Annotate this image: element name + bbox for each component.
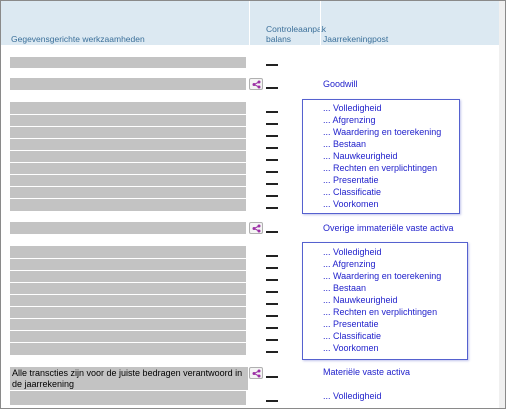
column-divider bbox=[249, 1, 250, 45]
approach-dash bbox=[266, 315, 278, 317]
activity-cell[interactable] bbox=[10, 222, 246, 234]
approach-dash bbox=[266, 64, 278, 66]
assertion-link[interactable]: ... Rechten en verplichtingen bbox=[323, 163, 437, 174]
approach-dash bbox=[266, 400, 278, 402]
approach-dash bbox=[266, 231, 278, 233]
row-divider bbox=[10, 318, 246, 319]
row-divider bbox=[10, 282, 246, 283]
approach-dash bbox=[266, 255, 278, 257]
assertion-link[interactable]: ... Presentatie bbox=[323, 175, 379, 186]
row-divider bbox=[10, 162, 246, 163]
assertion-link[interactable]: ... Volledigheid bbox=[323, 103, 382, 114]
assertion-link[interactable]: ... Classificatie bbox=[323, 187, 381, 198]
assertion-link[interactable]: ... Voorkomen bbox=[323, 199, 379, 210]
assertion-link[interactable]: ... Volledigheid bbox=[323, 391, 382, 402]
post-link-materiele[interactable]: Materiële vaste activa bbox=[323, 367, 410, 378]
approach-dash bbox=[266, 195, 278, 197]
activity-cell[interactable] bbox=[10, 57, 246, 68]
approach-dash bbox=[266, 123, 278, 125]
approach-dash bbox=[266, 291, 278, 293]
table-header: Gegevensgerichte werkzaamheden Controlea… bbox=[1, 1, 505, 45]
activity-text[interactable]: Alle transcties zijn voor de juiste bedr… bbox=[10, 367, 248, 390]
approach-dash bbox=[266, 183, 278, 185]
assertion-link[interactable]: ... Nauwkeurigheid bbox=[323, 151, 398, 162]
row-divider bbox=[10, 198, 246, 199]
audit-table: Gegevensgerichte werkzaamheden Controlea… bbox=[0, 0, 506, 409]
activity-block[interactable] bbox=[10, 102, 246, 211]
assertion-link[interactable]: ... Presentatie bbox=[323, 319, 379, 330]
assertion-link[interactable]: ... Rechten en verplichtingen bbox=[323, 307, 437, 318]
approach-dash bbox=[266, 111, 278, 113]
approach-dash bbox=[266, 159, 278, 161]
activity-block[interactable] bbox=[10, 246, 246, 355]
share-nodes-icon[interactable] bbox=[249, 367, 263, 379]
approach-dash bbox=[266, 351, 278, 353]
row-divider bbox=[10, 306, 246, 307]
approach-dash bbox=[266, 279, 278, 281]
header-approach: Controleaanpak balans bbox=[266, 24, 326, 68]
approach-dash bbox=[266, 135, 278, 137]
post-link-overige-immateriele[interactable]: Overige immateriële vaste activa bbox=[323, 223, 454, 234]
assertion-link[interactable]: ... Afgrenzing bbox=[323, 115, 376, 126]
assertion-link[interactable]: ... Afgrenzing bbox=[323, 259, 376, 270]
row-divider bbox=[10, 330, 246, 331]
approach-dash bbox=[266, 87, 278, 89]
approach-dash bbox=[266, 303, 278, 305]
row-divider bbox=[10, 258, 246, 259]
approach-dash bbox=[266, 267, 278, 269]
approach-dash bbox=[266, 327, 278, 329]
column-divider bbox=[320, 1, 321, 45]
approach-dash bbox=[266, 376, 278, 378]
header-activities: Gegevensgerichte werkzaamheden bbox=[11, 34, 145, 44]
header-post: Jaarrekeningpost bbox=[323, 34, 389, 44]
row-divider bbox=[10, 150, 246, 151]
header-approach-line2: balans bbox=[266, 34, 292, 44]
activity-cell[interactable] bbox=[10, 78, 246, 90]
vertical-scrollbar[interactable] bbox=[499, 1, 505, 408]
row-divider bbox=[10, 342, 246, 343]
row-divider bbox=[10, 294, 246, 295]
assertion-link[interactable]: ... Waardering en toerekening bbox=[323, 127, 441, 138]
assertion-link[interactable]: ... Nauwkeurigheid bbox=[323, 295, 398, 306]
activity-cell[interactable] bbox=[10, 391, 246, 405]
row-divider bbox=[10, 126, 246, 127]
row-divider bbox=[10, 186, 246, 187]
post-link-goodwill[interactable]: Goodwill bbox=[323, 79, 358, 90]
row-divider bbox=[10, 270, 246, 271]
row-divider bbox=[10, 138, 246, 139]
approach-dash bbox=[266, 171, 278, 173]
assertion-link[interactable]: ... Waardering en toerekening bbox=[323, 271, 441, 282]
assertion-link[interactable]: ... Bestaan bbox=[323, 139, 366, 150]
share-nodes-icon[interactable] bbox=[249, 78, 263, 90]
approach-dash bbox=[266, 147, 278, 149]
assertion-link[interactable]: ... Voorkomen bbox=[323, 343, 379, 354]
assertion-link[interactable]: ... Volledigheid bbox=[323, 247, 382, 258]
assertion-link[interactable]: ... Classificatie bbox=[323, 331, 381, 342]
row-divider bbox=[10, 114, 246, 115]
approach-dash bbox=[266, 207, 278, 209]
row-divider bbox=[10, 174, 246, 175]
approach-dash bbox=[266, 339, 278, 341]
assertion-link[interactable]: ... Bestaan bbox=[323, 283, 366, 294]
share-nodes-icon[interactable] bbox=[249, 222, 263, 234]
header-approach-line1: Controleaanpak bbox=[266, 24, 327, 34]
